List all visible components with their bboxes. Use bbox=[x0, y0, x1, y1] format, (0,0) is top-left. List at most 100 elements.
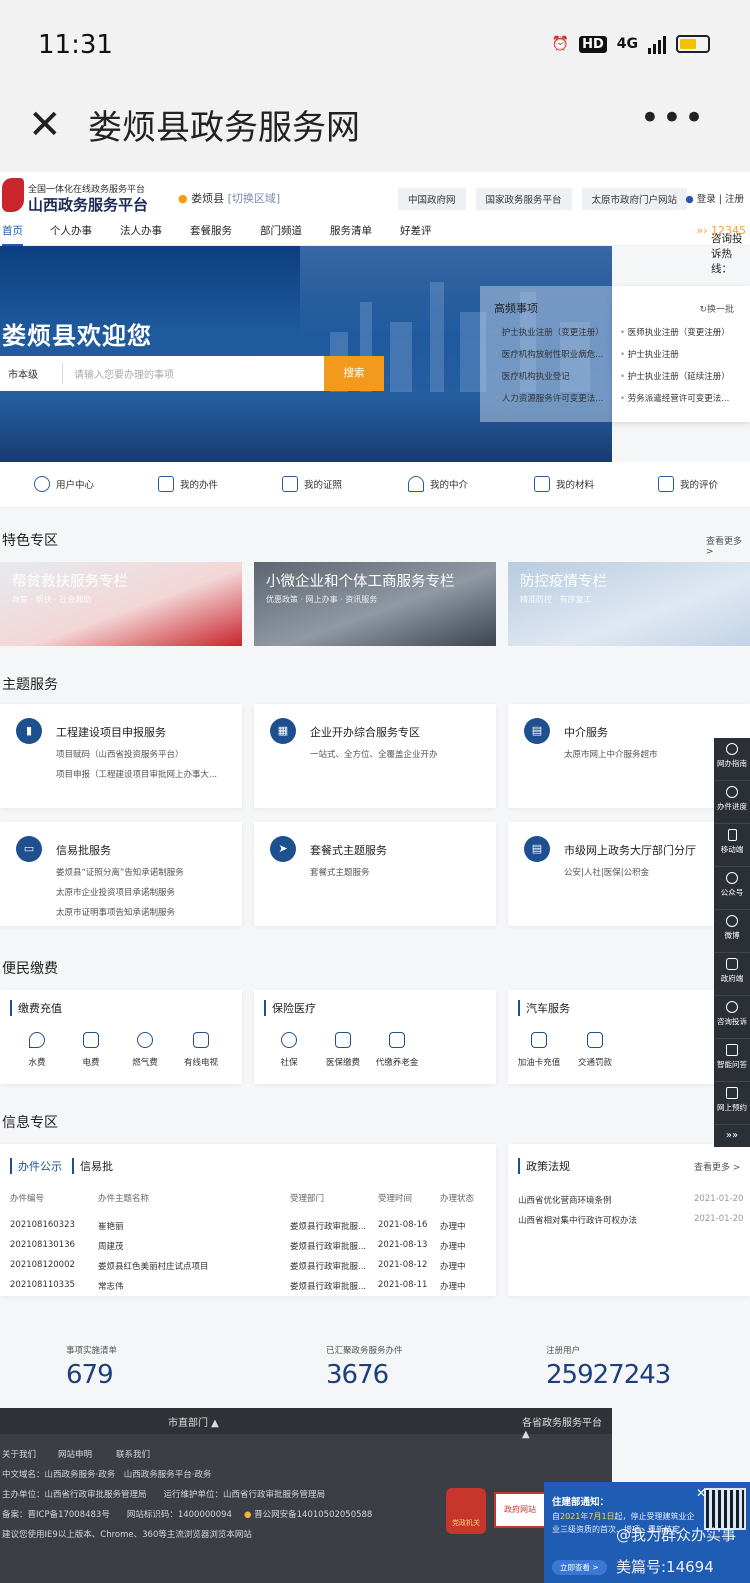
featured-card-poverty[interactable]: 帮贫救扶服务专栏 政策 · 帮扶 · 社会救助 bbox=[0, 562, 242, 646]
search-scope-select[interactable]: 市本级 bbox=[8, 366, 38, 381]
payment-gas[interactable]: 燃气费 bbox=[118, 1032, 172, 1068]
nav-department[interactable]: 部门频道 bbox=[260, 223, 302, 238]
hot-item[interactable]: 护士执业注册 bbox=[620, 348, 746, 360]
topic-card-credit[interactable]: ▭ 信易批服务 娄烦县“证照分离”告知承诺制服务 太原市企业投资项目承诺制服务 … bbox=[0, 822, 242, 926]
sidebar-wechat[interactable]: 公众号 bbox=[714, 872, 750, 910]
notice-view-button[interactable]: 立即查看 > bbox=[552, 1560, 607, 1575]
tab-case-publicity[interactable]: 办件公示 bbox=[10, 1158, 62, 1174]
top-link[interactable]: 中国政府网 bbox=[398, 188, 466, 210]
top-link[interactable]: 国家政务服务平台 bbox=[475, 188, 572, 210]
quick-user-center[interactable]: 用户中心 bbox=[34, 476, 94, 492]
featured-card-epidemic[interactable]: 防控疫情专栏 精准防控 · 有序复工 bbox=[508, 562, 750, 646]
table-cell[interactable]: 202108120002 bbox=[10, 1260, 75, 1270]
payment-medical[interactable]: 医保缴费 bbox=[316, 1032, 370, 1068]
quick-my-cases[interactable]: 我的办件 bbox=[158, 476, 218, 492]
payment-pension[interactable]: 代缴养老金 bbox=[370, 1032, 424, 1068]
stat-label: 事项实施清单 bbox=[66, 1346, 118, 1356]
topic-card-link[interactable]: 套餐式主题服务 bbox=[310, 866, 370, 878]
footer-link[interactable]: 网站申明 bbox=[58, 1448, 92, 1460]
quick-my-agency[interactable]: 我的中介 bbox=[408, 476, 468, 492]
footer-halls-toggle[interactable]: 各省政务服务平台 ▲ bbox=[522, 1414, 612, 1440]
payment-water[interactable]: 水费 bbox=[10, 1032, 64, 1068]
topic-card-link[interactable]: 太原市证明事项告知承诺制服务 bbox=[56, 906, 175, 918]
topic-card-city-hall[interactable]: ▤ 市级网上政务大厅部门分厅 公安|人社|医保|公积金 bbox=[508, 822, 714, 926]
policy-item[interactable]: 山西省优化营商环境条例 bbox=[518, 1194, 612, 1206]
topic-card-link[interactable]: 项目赋码（山西省投资服务平台） bbox=[56, 748, 184, 760]
nav-corporate[interactable]: 法人办事 bbox=[120, 223, 162, 238]
government-site-badge[interactable]: 政府网站 bbox=[494, 1492, 546, 1528]
payment-fuel-card[interactable]: 加油卡充值 bbox=[512, 1032, 566, 1068]
footer-security[interactable]: ● 晋公网安备14010502050588 bbox=[244, 1508, 372, 1520]
top-link[interactable]: 太原市政府门户网站 bbox=[581, 188, 688, 210]
more-menu-icon[interactable]: ••• bbox=[640, 98, 706, 138]
table-cell[interactable]: 202108110335 bbox=[10, 1280, 75, 1290]
quick-my-licenses[interactable]: 我的证照 bbox=[282, 476, 342, 492]
topic-card-link[interactable]: 公安|人社|医保|公积金 bbox=[564, 866, 649, 878]
sidebar-label: 网上预约 bbox=[717, 1103, 747, 1112]
topic-card-construction[interactable]: ▮ 工程建设项目申报服务 项目赋码（山西省投资服务平台） 项目申报（工程建设项目… bbox=[0, 704, 242, 808]
table-cell[interactable]: 娄烦县红色美丽村庄试点项目 bbox=[98, 1260, 209, 1272]
footer-link[interactable]: 联系我们 bbox=[116, 1448, 150, 1460]
table-cell[interactable]: 周建茂 bbox=[98, 1240, 124, 1252]
search-button[interactable]: 搜索 bbox=[324, 356, 384, 391]
hot-item[interactable]: 医疗机构放射性职业病危... bbox=[494, 348, 610, 360]
sidebar-mobile[interactable]: 移动端 bbox=[714, 829, 750, 867]
sidebar-collapse-icon[interactable]: »» bbox=[714, 1125, 750, 1147]
close-icon[interactable]: ✕ bbox=[28, 102, 62, 148]
hot-item[interactable]: 护士执业注册（延续注册） bbox=[620, 370, 746, 382]
nav-home[interactable]: 首页 bbox=[2, 223, 23, 246]
nav-package[interactable]: 套餐服务 bbox=[190, 223, 232, 238]
tab-credit-approval[interactable]: 信易批 bbox=[72, 1158, 113, 1174]
topic-card-title: 中介服务 bbox=[564, 726, 608, 739]
shanxi-logo-icon[interactable] bbox=[2, 178, 24, 212]
payment-traffic-fine[interactable]: 交通罚款 bbox=[568, 1032, 622, 1068]
login-link[interactable]: ● 登录 | 注册 bbox=[685, 191, 744, 205]
footer-link[interactable]: 关于我们 bbox=[2, 1448, 36, 1460]
topic-card-link[interactable]: 一站式、全方位、全覆盖企业开办 bbox=[310, 748, 438, 760]
sidebar-complaint[interactable]: 咨询投诉 bbox=[714, 1001, 750, 1039]
refresh-button[interactable]: ↻换一批 bbox=[699, 302, 734, 315]
table-cell: 2021-08-13 bbox=[378, 1240, 428, 1250]
nav-service-list[interactable]: 服务清单 bbox=[330, 223, 372, 238]
switch-region-link[interactable]: [切换区域] bbox=[228, 192, 281, 205]
payment-social-security[interactable]: 社保 bbox=[262, 1032, 316, 1068]
featured-more-link[interactable]: 查看更多 > bbox=[706, 534, 750, 557]
sidebar-weibo[interactable]: 微博 bbox=[714, 915, 750, 953]
party-government-badge[interactable]: 党政机关 bbox=[446, 1488, 486, 1534]
nav-evaluation[interactable]: 好差评 bbox=[400, 223, 432, 238]
table-cell[interactable]: 崔艳丽 bbox=[98, 1220, 124, 1232]
table-cell[interactable]: 202108160323 bbox=[10, 1220, 75, 1230]
payment-label: 水费 bbox=[28, 1058, 46, 1068]
quick-my-reviews[interactable]: 我的评价 bbox=[658, 476, 718, 492]
topic-card-enterprise[interactable]: ▦ 企业开办综合服务专区 一站式、全方位、全覆盖企业开办 bbox=[254, 704, 496, 808]
sidebar-qa[interactable]: 智能问答 bbox=[714, 1044, 750, 1082]
topic-card-link[interactable]: 太原市企业投资项目承诺制服务 bbox=[56, 886, 175, 898]
nav-personal[interactable]: 个人办事 bbox=[50, 223, 92, 238]
sidebar-progress[interactable]: 办件进度 bbox=[714, 786, 750, 824]
policy-more-link[interactable]: 查看更多 > bbox=[694, 1160, 740, 1173]
document-search-icon bbox=[158, 476, 174, 492]
topic-card-link[interactable]: 太原市网上中介服务超市 bbox=[564, 748, 658, 760]
quick-my-materials[interactable]: 我的材料 bbox=[534, 476, 594, 492]
location-selector[interactable]: ● 娄烦县 [切换区域] bbox=[178, 190, 280, 206]
sidebar-gov[interactable]: 政府端 bbox=[714, 958, 750, 996]
sidebar-guide[interactable]: 网办指南 bbox=[714, 743, 750, 781]
footer-dept-toggle[interactable]: 市直部门 ▲ bbox=[168, 1414, 219, 1429]
hot-item[interactable]: 劳务派遣经营许可变更法... bbox=[620, 392, 746, 404]
featured-card-smallbiz[interactable]: 小微企业和个体工商服务专栏 优惠政策 · 网上办事 · 资讯服务 bbox=[254, 562, 496, 646]
table-cell[interactable]: 202108130136 bbox=[10, 1240, 75, 1250]
hot-item[interactable]: 医师执业注册（变更注册） bbox=[620, 326, 746, 338]
search-input[interactable]: 请输入您要办理的事项 bbox=[74, 366, 174, 381]
hot-item[interactable]: 医疗机构执业登记 bbox=[494, 370, 610, 382]
topic-card-link[interactable]: 项目申报（工程建设项目审批网上办事大... bbox=[56, 768, 217, 780]
platform-name[interactable]: 山西政务服务平台 bbox=[28, 194, 148, 215]
hot-item[interactable]: 人力资源服务许可变更法... bbox=[494, 392, 610, 404]
topic-card-package[interactable]: ➤ 套餐式主题服务 套餐式主题服务 bbox=[254, 822, 496, 926]
sidebar-booking[interactable]: 网上预约 bbox=[714, 1087, 750, 1125]
table-cell[interactable]: 常志伟 bbox=[98, 1280, 124, 1292]
topic-card-link[interactable]: 娄烦县“证照分离”告知承诺制服务 bbox=[56, 866, 184, 878]
payment-electricity[interactable]: 电费 bbox=[64, 1032, 118, 1068]
hot-item[interactable]: 护士执业注册（变更注册） bbox=[494, 326, 610, 338]
policy-item[interactable]: 山西省相对集中行政许可权办法 bbox=[518, 1214, 637, 1226]
payment-cable-tv[interactable]: 有线电视 bbox=[174, 1032, 228, 1068]
